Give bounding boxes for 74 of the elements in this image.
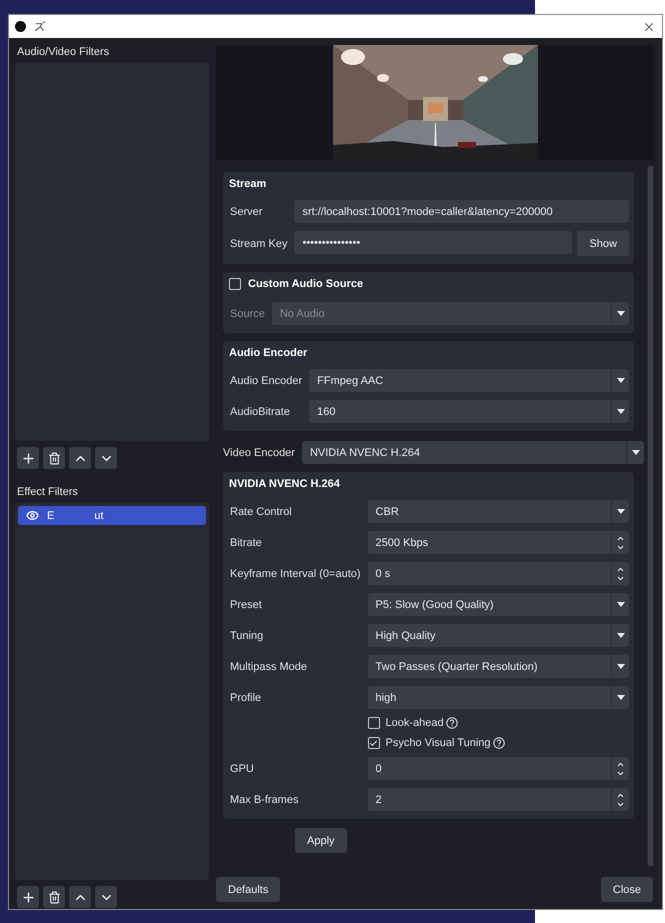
dropdown-arrow-icon [616, 633, 624, 638]
field-label: Rate Control [230, 506, 293, 518]
move-up-button[interactable] [69, 447, 91, 469]
add-button[interactable] [17, 886, 39, 908]
trash-icon [48, 890, 60, 904]
dropdown-arrow-icon [616, 664, 624, 669]
section-label: Audio/Video Filters [16, 45, 110, 60]
field-label: Profile [230, 692, 262, 704]
dropdown-arrow-icon [616, 311, 624, 316]
dropdown-arrow-icon [616, 509, 624, 514]
defaults-button[interactable]: Defaults [216, 877, 280, 902]
group-checkbox[interactable]: Custom Audio Source [229, 278, 629, 290]
apply-button[interactable]: Apply [295, 828, 347, 853]
field-label: Preset [230, 598, 263, 610]
checkbox-option[interactable]: Psycho Visual Tuning [368, 737, 629, 749]
checkbox-option[interactable]: Look-ahead [368, 717, 629, 729]
window-title: ズ [34, 20, 46, 34]
group-title: Stream [229, 178, 268, 190]
show-button[interactable]: Show [577, 231, 629, 256]
spin-field[interactable]: 0 [368, 757, 629, 780]
field-label: Max B-frames [230, 794, 300, 806]
field-label: Server [230, 206, 264, 218]
spin-field[interactable]: 2500 Kbps [368, 531, 629, 554]
dropdown-arrow-icon [616, 409, 624, 414]
help-icon[interactable] [446, 717, 458, 729]
plus-icon [20, 450, 36, 466]
field-label: Stream Key [230, 238, 288, 250]
close-button[interactable]: Close [600, 877, 653, 902]
stream-key-field[interactable]: ••••••••••••••• [294, 231, 572, 254]
spin-field[interactable]: 2 [368, 788, 629, 811]
dropdown[interactable]: NVIDIA NVENC H.264 [302, 441, 644, 464]
dropdown-arrow-icon [616, 695, 624, 700]
field-label: Bitrate [230, 536, 263, 548]
dropdown[interactable]: FFmpeg AAC [309, 369, 629, 392]
check-icon [369, 738, 378, 748]
move-up-button[interactable] [69, 886, 91, 908]
trash-icon [48, 452, 60, 464]
add-button[interactable] [17, 447, 39, 469]
scrollbar[interactable] [647, 165, 654, 867]
field-label: Keyframe Interval (0=auto) [230, 568, 361, 580]
delete-button[interactable] [43, 886, 65, 908]
field-label: Video Encoder [223, 446, 295, 458]
group-title: NVIDIA NVENC H.264 [229, 478, 341, 490]
dropdown[interactable]: P5: Slow (Good Quality) [368, 593, 629, 616]
spin-field[interactable]: 0 s [368, 562, 629, 585]
delete-button[interactable] [43, 447, 65, 469]
section-label: Effect Filters [16, 485, 79, 500]
dropdown[interactable]: 160 [309, 400, 629, 423]
dropdown[interactable]: High Quality [368, 624, 629, 647]
field-label: Multipass Mode [230, 660, 308, 672]
checkbox[interactable] [229, 278, 241, 290]
checkbox[interactable] [368, 717, 380, 729]
dropdown-arrow-icon [632, 450, 640, 455]
filter-item[interactable]: E ut [18, 506, 206, 525]
dropdown-arrow-icon [616, 602, 624, 607]
dropdown[interactable]: Two Passes (Quarter Resolution) [368, 655, 629, 678]
dropdown[interactable]: high [368, 686, 629, 709]
checkbox[interactable] [368, 737, 380, 749]
eye-icon[interactable] [26, 509, 39, 522]
app-icon [15, 21, 26, 32]
field-label: Audio Encoder [230, 374, 302, 386]
move-down-button[interactable] [95, 447, 117, 469]
move-down-button[interactable] [95, 886, 117, 908]
field-label: AudioBitrate [230, 406, 291, 418]
group-title: Audio Encoder [229, 347, 308, 359]
field-label: Source [230, 308, 265, 320]
plus-icon [20, 890, 36, 904]
filter-name: E ut [47, 510, 104, 522]
field-label: GPU [230, 762, 255, 774]
dropdown-arrow-icon [616, 378, 624, 383]
field-label: Tuning [230, 630, 264, 642]
server-field[interactable]: srt://localhost:10001?mode=caller&latency=200000 [294, 200, 629, 223]
help-icon[interactable] [492, 737, 505, 749]
dropdown[interactable]: CBR [368, 500, 629, 523]
